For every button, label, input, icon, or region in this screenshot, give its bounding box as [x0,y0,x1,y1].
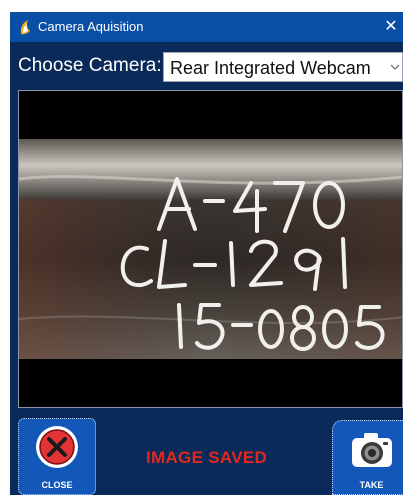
camera-icon [352,433,392,467]
app-logo-icon [20,20,30,35]
camera-acquisition-window: Camera Aquisition ✕ Choose Camera: Rear … [10,12,403,495]
take-button-label: TAKE [359,480,384,490]
captured-photo [19,139,402,359]
title-bar: Camera Aquisition ✕ [10,12,403,42]
window-title: Camera Aquisition [38,19,144,34]
take-photo-button[interactable]: TAKE [332,420,403,495]
camera-select[interactable]: Rear Integrated Webcam [163,52,403,82]
close-button-label: CLOSE [41,480,73,490]
action-bar: CLOSE IMAGE SAVED TAKE [10,412,403,495]
close-circle-icon [36,426,78,468]
chevron-down-icon [390,64,400,70]
camera-chooser-row: Choose Camera: Rear Integrated Webcam [10,50,403,84]
camera-select-value: Rear Integrated Webcam [170,58,371,78]
camera-preview [18,90,403,408]
window-close-button[interactable]: ✕ [379,15,403,39]
status-message: IMAGE SAVED [146,448,268,467]
choose-camera-label: Choose Camera: [18,55,162,76]
close-button[interactable]: CLOSE [18,418,96,495]
